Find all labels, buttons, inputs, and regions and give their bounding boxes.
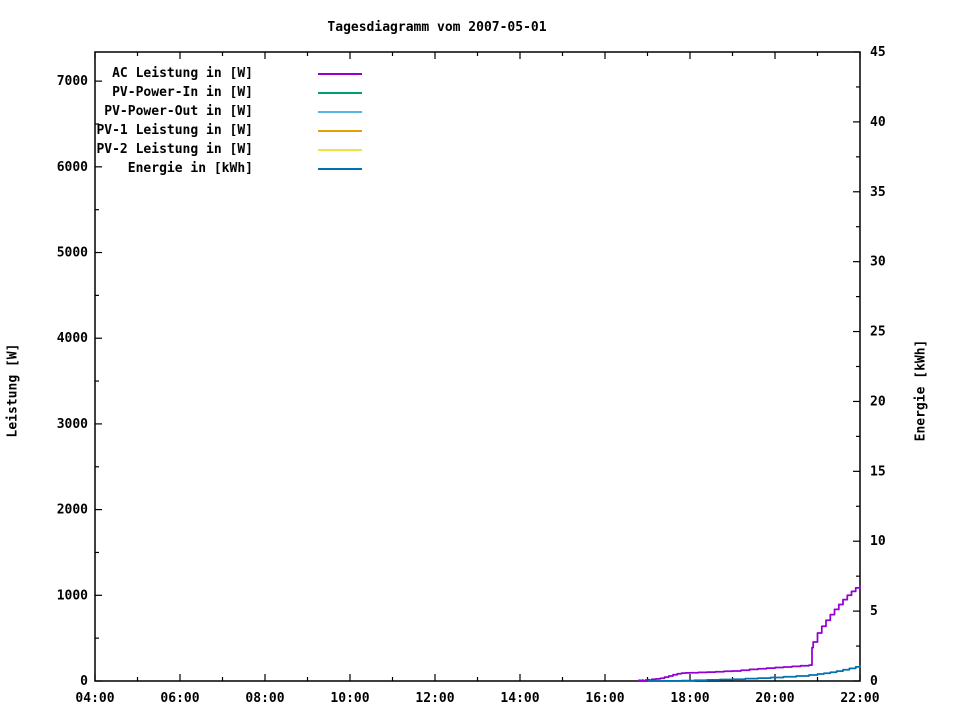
y-tick-label: 3000 (57, 417, 88, 432)
y-axis-label: Leistung [W] (6, 291, 23, 491)
legend-item-label: PV-Power-In in [W] (60, 84, 253, 102)
chart-title: Tagesdiagramm vom 2007-05-01 (197, 20, 677, 35)
x-tick-label: 10:00 (330, 691, 369, 706)
y2-tick-label: 5 (870, 604, 878, 619)
y-tick-label: 1000 (57, 588, 88, 603)
y2-tick-label: 40 (870, 115, 886, 130)
y2-tick-label: 35 (870, 185, 886, 200)
chart-canvas: 04:00 06:00 08:00 10:00 12:00 14:00 16:00 18:00… (0, 0, 960, 720)
legend-item-label: Energie in [kWh] (60, 160, 253, 178)
y2-tick-label: 45 (870, 45, 886, 60)
legend-item: PV-1 Leistung in [W] (0, 122, 380, 140)
y-tick-label: 0 (80, 674, 88, 689)
legend-item-label: PV-Power-Out in [W] (60, 103, 253, 121)
x-tick-label: 20:00 (755, 691, 794, 706)
y-tick-label: 5000 (57, 246, 88, 261)
y2-tick-label: 10 (870, 534, 886, 549)
x-tick-label: 16:00 (585, 691, 624, 706)
legend-item: PV-2 Leistung in [W] (0, 141, 380, 159)
x-tick-label: 06:00 (160, 691, 199, 706)
x-tick-label: 14:00 (500, 691, 539, 706)
legend-item-label: AC Leistung in [W] (60, 65, 253, 83)
y2-tick-label: 25 (870, 325, 886, 340)
legend-item: PV-Power-Out in [W] (0, 103, 380, 121)
x-tick-label: 04:00 (75, 691, 114, 706)
y2-tick-label: 15 (870, 464, 886, 479)
legend-line-sample (318, 92, 362, 94)
legend-line-sample (318, 73, 362, 75)
y2-tick-label: 30 (870, 255, 886, 270)
x-tick-label: 12:00 (415, 691, 454, 706)
x-tick-label: 18:00 (670, 691, 709, 706)
y2-axis-label: Energie [kWh] (914, 291, 931, 491)
series-line-0 (638, 585, 860, 681)
legend-item: PV-Power-In in [W] (0, 84, 380, 102)
legend-item: AC Leistung in [W] (0, 65, 380, 83)
x-tick-label: 08:00 (245, 691, 284, 706)
legend-item-label: PV-1 Leistung in [W] (60, 122, 253, 140)
y-tick-label: 4000 (57, 331, 88, 346)
legend-line-sample (318, 111, 362, 113)
legend-item-label: PV-2 Leistung in [W] (60, 141, 253, 159)
legend-item: Energie in [kWh] (0, 160, 380, 178)
legend-line-sample (318, 130, 362, 132)
legend-line-sample (318, 168, 362, 170)
y-tick-label: 2000 (57, 503, 88, 518)
x-tick-label: 22:00 (840, 691, 879, 706)
y2-tick-label: 20 (870, 394, 886, 409)
legend-line-sample (318, 149, 362, 151)
y2-tick-label: 0 (870, 674, 878, 689)
